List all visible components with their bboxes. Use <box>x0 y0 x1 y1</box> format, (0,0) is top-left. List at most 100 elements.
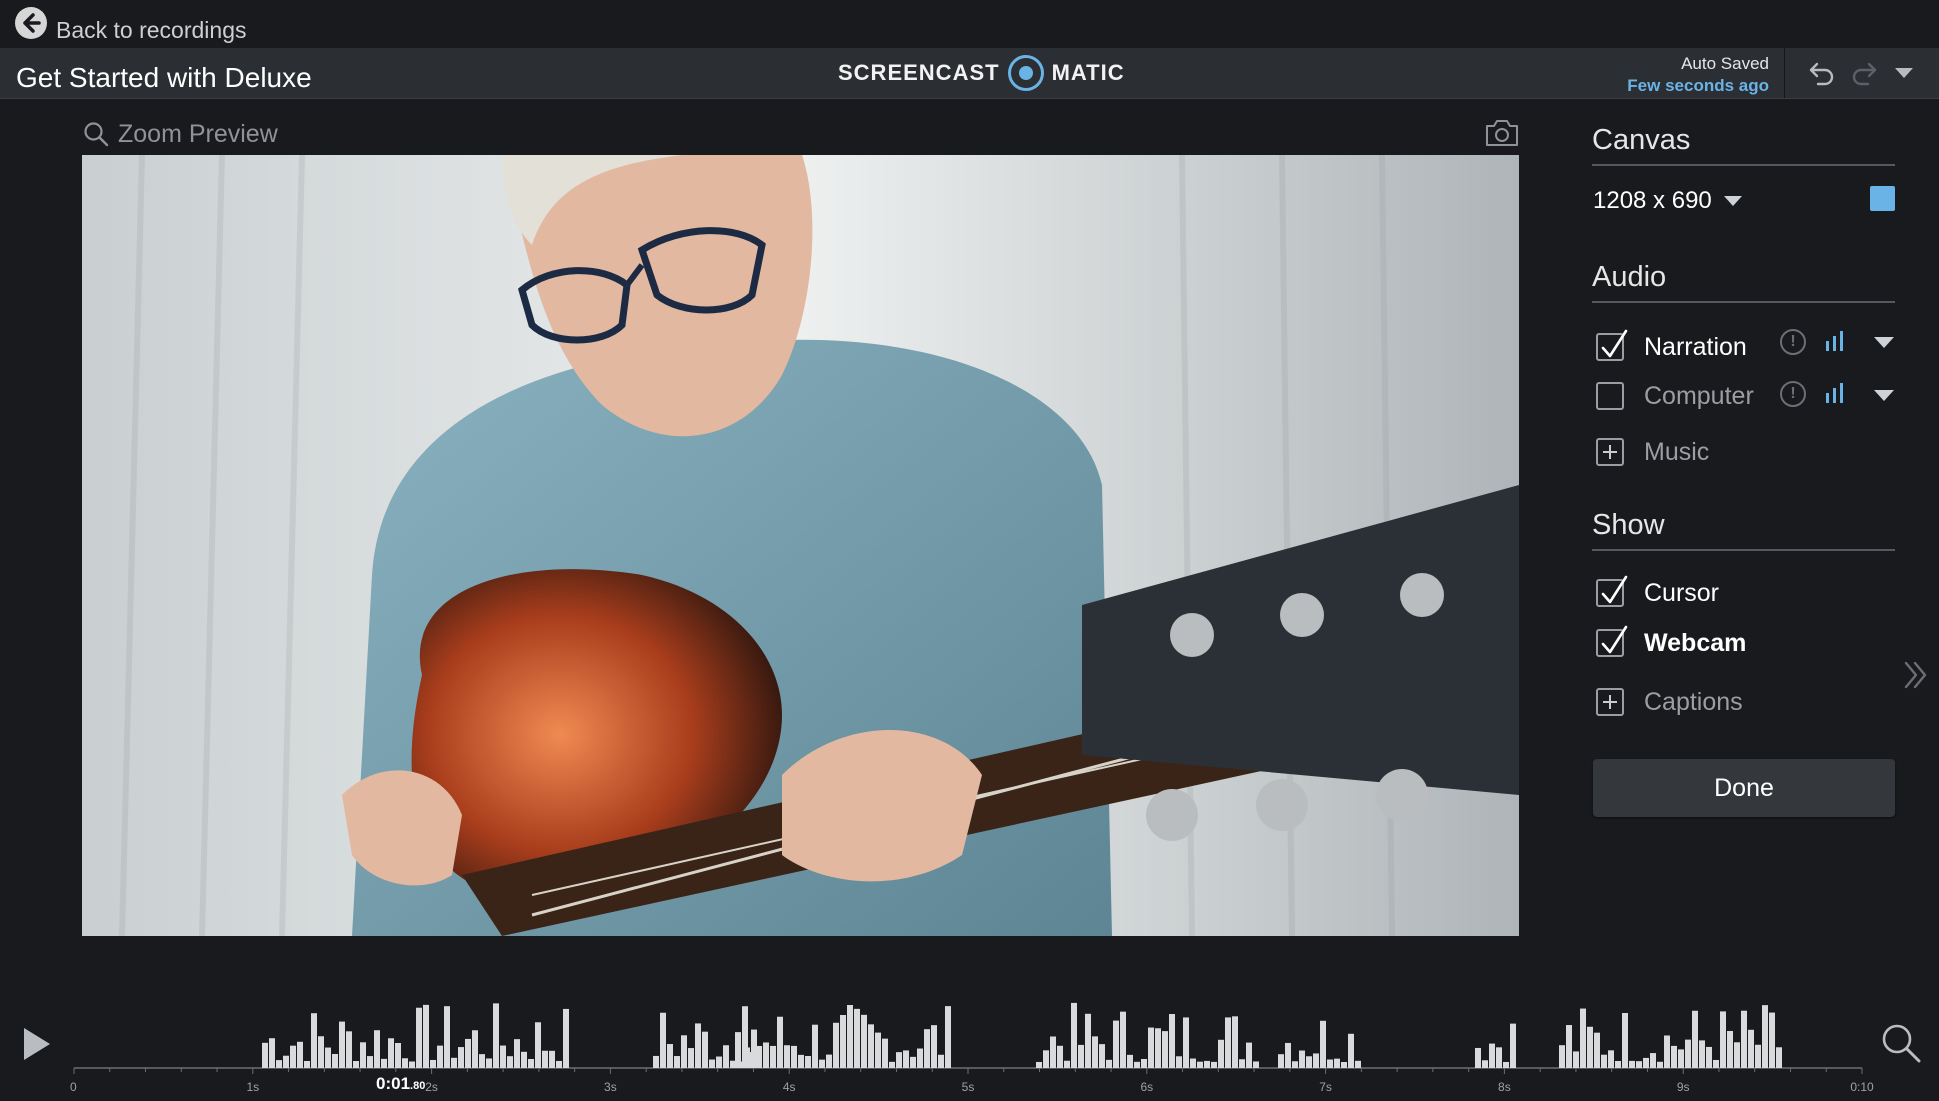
chevron-down-icon <box>1723 196 1742 206</box>
waveform-bar <box>297 1041 303 1068</box>
waveform-bar <box>917 1048 923 1068</box>
audio-music-row[interactable]: Music <box>1596 432 1709 472</box>
undo-icon[interactable] <box>1808 60 1836 86</box>
waveform-bar <box>1313 1053 1319 1068</box>
waveform-bar <box>1057 1045 1063 1068</box>
waveform-bar <box>735 1032 741 1068</box>
webcam-checkbox[interactable] <box>1596 625 1628 657</box>
add-music-icon[interactable] <box>1596 438 1624 466</box>
waveform-bar <box>269 1038 275 1068</box>
audio-narration-row[interactable]: Narration <box>1596 327 1747 367</box>
waveform-bar <box>1113 1020 1119 1068</box>
audio-level-icon[interactable] <box>1824 382 1846 404</box>
search-icon[interactable] <box>83 121 109 147</box>
waveform-bar <box>1327 1059 1333 1068</box>
waveform-bar <box>1078 1044 1084 1068</box>
waveform-bar <box>1741 1010 1747 1068</box>
computer-label: Computer <box>1644 381 1754 410</box>
waveform-bar <box>346 1031 352 1068</box>
logo-text-right: MATIC <box>1051 60 1125 85</box>
playhead-time-fraction: .80 <box>410 1080 426 1092</box>
waveform-bar <box>777 1016 783 1068</box>
waveform-bar <box>889 1061 895 1068</box>
waveform-bar <box>1071 1002 1077 1068</box>
waveform-bar <box>283 1055 289 1068</box>
canvas-size-dropdown[interactable]: 1208 x 690 <box>1593 187 1742 215</box>
waveform-bar <box>311 1013 317 1068</box>
waveform-bar <box>1622 1013 1628 1068</box>
waveform-bar <box>681 1035 687 1068</box>
waveform-bar <box>763 1042 769 1068</box>
waveform-bar <box>1176 1056 1182 1068</box>
audio-computer-row[interactable]: Computer <box>1596 376 1754 416</box>
back-to-recordings-link[interactable]: Back to recordings <box>56 17 246 44</box>
redo-icon[interactable] <box>1850 60 1878 86</box>
done-button[interactable]: Done <box>1593 759 1895 817</box>
audio-level-icon[interactable] <box>1824 330 1846 352</box>
add-captions-icon[interactable] <box>1596 688 1624 716</box>
computer-checkbox[interactable] <box>1596 382 1624 410</box>
waveform-bar <box>1559 1045 1565 1068</box>
search-icon[interactable] <box>1880 1022 1922 1064</box>
waveform-bar <box>1134 1061 1140 1068</box>
waveform-bar <box>381 1058 387 1068</box>
title-bar: Get Started with Deluxe SCREENCAST MATIC… <box>0 48 1939 99</box>
narration-checkbox[interactable] <box>1596 329 1628 361</box>
video-preview[interactable] <box>82 155 1519 936</box>
warning-icon[interactable]: ! <box>1780 329 1806 355</box>
waveform-bar <box>1036 1061 1042 1068</box>
waveform-bar <box>1755 1044 1761 1068</box>
waveform-bar <box>1348 1033 1354 1068</box>
waveform-bar <box>1692 1010 1698 1068</box>
timeline[interactable]: 0 1s 2s 3s 4s 5s 6s 7s 8s 9s 0:10 <box>0 985 1939 1101</box>
chevron-double-right-icon[interactable] <box>1903 660 1929 690</box>
waveform-bar <box>374 1030 380 1068</box>
waveform-bar <box>1092 1036 1098 1068</box>
waveform-bar <box>756 1045 762 1068</box>
waveform-bar <box>1496 1047 1502 1068</box>
waveform-bar <box>1762 1005 1768 1068</box>
waveform-bar <box>674 1056 680 1068</box>
waveform-bar <box>1064 1060 1070 1068</box>
waveform-bar <box>535 1022 541 1068</box>
waveform-bar <box>1127 1054 1133 1068</box>
show-captions-row[interactable]: Captions <box>1596 682 1743 722</box>
waveform-bar <box>1671 1045 1677 1068</box>
waveform-bar <box>931 1025 937 1068</box>
waveform-bar <box>388 1038 394 1068</box>
canvas-size-value: 1208 x 690 <box>1593 187 1712 214</box>
waveform-bar <box>304 1060 310 1068</box>
waveform-bar <box>1706 1046 1712 1068</box>
zoom-preview-button[interactable]: Zoom Preview <box>118 120 278 149</box>
narration-options-caret[interactable] <box>1874 337 1894 348</box>
waveform-bar <box>276 1060 282 1068</box>
waveform-bar <box>514 1039 520 1068</box>
timeline-tick-label: 9s <box>1677 1080 1690 1094</box>
canvas-color-swatch[interactable] <box>1870 186 1895 211</box>
waveform-bar <box>451 1057 457 1068</box>
titlebar-divider <box>1784 48 1785 98</box>
warning-icon[interactable]: ! <box>1780 381 1806 407</box>
waveform-bar <box>1099 1044 1105 1068</box>
waveform-bar <box>903 1050 909 1068</box>
waveform-bar <box>1748 1029 1754 1068</box>
camera-icon[interactable] <box>1484 118 1520 148</box>
waveform-bar <box>1183 1017 1189 1068</box>
waveform-bar <box>339 1021 345 1068</box>
waveform-bar <box>444 1006 450 1068</box>
show-webcam-row[interactable]: Webcam <box>1596 623 1746 663</box>
waveform-bar <box>688 1048 694 1068</box>
show-cursor-row[interactable]: Cursor <box>1596 573 1719 613</box>
waveform-bar <box>667 1044 673 1068</box>
waveform-bar <box>854 1008 860 1068</box>
cursor-checkbox[interactable] <box>1596 575 1628 607</box>
back-arrow-icon[interactable] <box>15 7 47 39</box>
computer-options-caret[interactable] <box>1874 390 1894 401</box>
autosave-label: Auto Saved <box>1681 54 1769 73</box>
waveform-bar <box>1085 1013 1091 1068</box>
waveform-bar <box>1769 1012 1775 1068</box>
menu-caret-icon[interactable] <box>1894 67 1914 79</box>
preview-frame-image <box>82 155 1519 936</box>
recording-title[interactable]: Get Started with Deluxe <box>16 62 312 94</box>
waveform-bar <box>868 1024 874 1068</box>
